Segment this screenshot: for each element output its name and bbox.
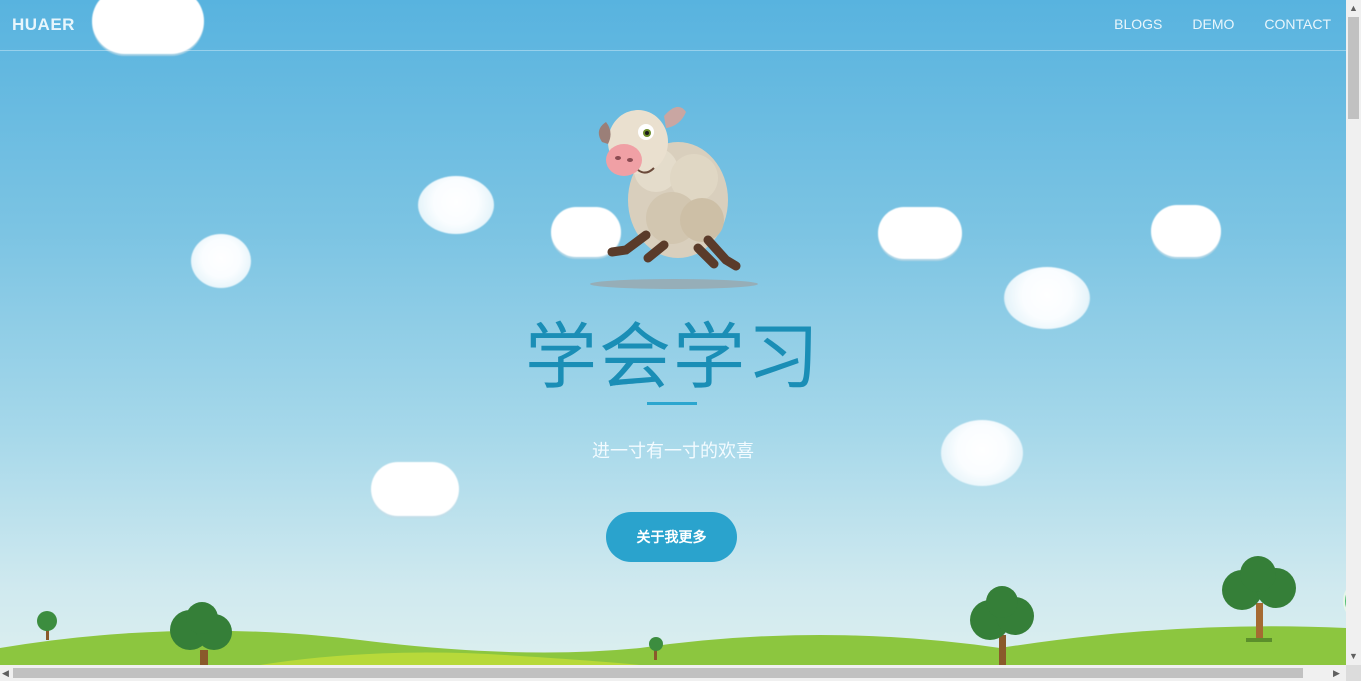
brand-logo[interactable]: HUAER — [12, 15, 75, 35]
nav-link-contact[interactable]: CONTACT — [1264, 16, 1331, 32]
tree — [37, 611, 57, 640]
vertical-scroll-thumb[interactable] — [1348, 17, 1359, 119]
top-navbar: HUAER BLOGS DEMO CONTACT — [0, 0, 1346, 51]
nav-link-blogs[interactable]: BLOGS — [1114, 16, 1162, 32]
sheep-illustration — [590, 106, 758, 289]
horizontal-scroll-thumb[interactable] — [13, 668, 1303, 678]
hero-title: 学会学习 — [524, 315, 821, 399]
hero-subtitle: 进一寸有一寸的欢喜 — [592, 441, 754, 462]
vertical-scrollbar[interactable]: ▲ ▼ — [1346, 0, 1361, 665]
horizontal-scrollbar[interactable]: ◀ ▶ — [0, 665, 1346, 681]
about-more-button[interactable]: 关于我更多 — [606, 512, 737, 562]
scroll-left-icon[interactable]: ◀ — [2, 668, 9, 678]
nav-links: BLOGS DEMO CONTACT — [1114, 16, 1331, 32]
scroll-down-icon[interactable]: ▼ — [1349, 651, 1358, 661]
scroll-up-icon[interactable]: ▲ — [1349, 3, 1358, 13]
page-viewport: HUAER BLOGS DEMO CONTACT 学会学习 进一寸有一寸的欢喜 … — [0, 0, 1346, 665]
nav-link-demo[interactable]: DEMO — [1192, 16, 1234, 32]
scroll-right-icon[interactable]: ▶ — [1333, 668, 1340, 678]
scrollbar-corner — [1346, 665, 1361, 681]
hero-divider — [647, 402, 697, 405]
